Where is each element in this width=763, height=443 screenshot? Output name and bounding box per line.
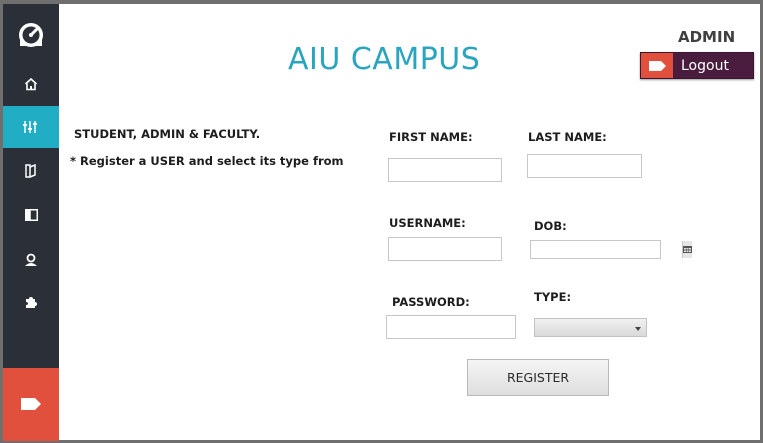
user-icon bbox=[24, 253, 38, 267]
sidebar-item-panel[interactable] bbox=[3, 194, 59, 236]
chevron-down-icon bbox=[635, 321, 641, 334]
info-text-types: STUDENT, ADMIN & FACULTY. bbox=[74, 127, 261, 141]
calendar-icon[interactable] bbox=[682, 241, 692, 258]
first-name-label: FIRST NAME: bbox=[389, 130, 473, 144]
dashboard-logo-icon[interactable] bbox=[3, 12, 59, 58]
user-role-label: ADMIN bbox=[678, 28, 736, 46]
app-window: AIU CAMPUS ADMIN Logout STUDENT, ADMIN &… bbox=[0, 0, 763, 443]
puzzle-icon bbox=[24, 296, 38, 310]
password-label: PASSWORD: bbox=[392, 295, 470, 309]
exit-button[interactable] bbox=[3, 368, 59, 441]
sidebar-item-register[interactable] bbox=[3, 106, 59, 148]
sidebar bbox=[3, 4, 59, 441]
password-field[interactable] bbox=[386, 315, 516, 339]
info-text-instructions: * Register a USER and select its type fr… bbox=[70, 154, 344, 168]
panel-icon bbox=[24, 209, 38, 221]
page-title: AIU CAMPUS bbox=[288, 42, 481, 77]
exit-tag-icon bbox=[21, 395, 41, 414]
book-icon bbox=[25, 164, 37, 178]
logout-button[interactable]: Logout bbox=[640, 52, 754, 79]
sidebar-item-home[interactable] bbox=[3, 63, 59, 105]
register-button[interactable]: REGISTER bbox=[467, 359, 609, 396]
dob-date-picker[interactable] bbox=[530, 240, 692, 259]
type-label: TYPE: bbox=[534, 290, 572, 304]
last-name-field[interactable] bbox=[527, 154, 642, 178]
sidebar-item-users[interactable] bbox=[3, 239, 59, 281]
logout-tag-icon bbox=[641, 53, 673, 78]
sliders-icon bbox=[23, 120, 39, 134]
home-icon bbox=[24, 77, 38, 91]
sidebar-item-settings[interactable] bbox=[3, 282, 59, 324]
last-name-label: LAST NAME: bbox=[528, 130, 607, 144]
dob-field[interactable] bbox=[531, 241, 682, 258]
sidebar-item-courses[interactable] bbox=[3, 150, 59, 192]
first-name-field[interactable] bbox=[388, 158, 502, 182]
type-select[interactable] bbox=[534, 318, 647, 337]
logout-label: Logout bbox=[681, 57, 729, 74]
username-field[interactable] bbox=[388, 237, 502, 261]
dob-label: DOB: bbox=[534, 219, 567, 233]
username-label: USERNAME: bbox=[389, 216, 466, 230]
